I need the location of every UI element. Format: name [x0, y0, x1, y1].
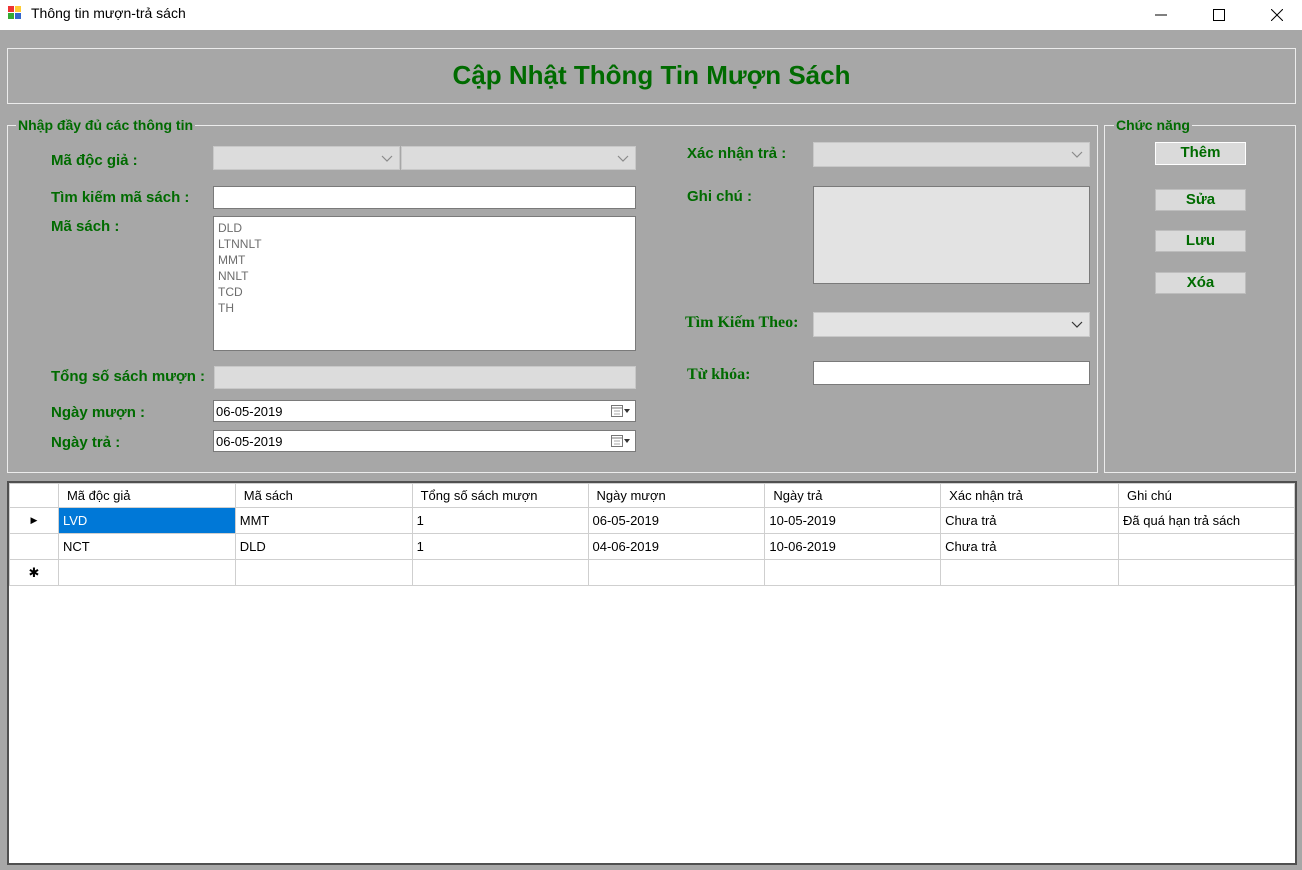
table-row[interactable]: ▶ LVD MMT 1 06-05-2019 10-05-2019 Chưa t…: [9, 507, 1295, 534]
maximize-icon: [1213, 9, 1225, 21]
row-header[interactable]: [9, 533, 59, 560]
table-cell[interactable]: 06-05-2019: [587, 507, 766, 534]
column-header[interactable]: Mã độc giả: [57, 483, 236, 508]
borrow-date-picker[interactable]: 06-05-2019: [213, 400, 636, 422]
table-cell[interactable]: LVD: [57, 507, 236, 534]
table-cell[interactable]: 10-05-2019: [764, 507, 942, 534]
list-item[interactable]: LTNNLT: [218, 236, 631, 252]
calendar-dropdown-icon[interactable]: [611, 434, 631, 448]
add-button[interactable]: Thêm: [1155, 142, 1246, 165]
confirm-return-label: Xác nhận trả :: [687, 145, 787, 162]
chevron-down-icon: [1071, 321, 1083, 328]
list-item[interactable]: TH: [218, 300, 631, 316]
calendar-dropdown-icon[interactable]: [611, 404, 631, 418]
borrow-date-label: Ngày mượn :: [51, 404, 146, 421]
new-row-icon[interactable]: ✱: [9, 559, 59, 586]
return-date-value: 06-05-2019: [216, 434, 283, 449]
new-row[interactable]: ✱: [9, 559, 1295, 586]
functions-group-title: Chức năng: [1114, 117, 1192, 133]
minimize-button[interactable]: [1132, 0, 1190, 30]
window-title: Thông tin mượn-trả sách: [31, 5, 186, 21]
return-date-picker[interactable]: 06-05-2019: [213, 430, 636, 452]
loan-table: Mã độc giả Mã sách Tổng số sách mượn Ngà…: [9, 483, 1295, 586]
search-book-input[interactable]: [213, 186, 636, 209]
delete-button[interactable]: Xóa: [1155, 272, 1246, 294]
list-item[interactable]: NNLT: [218, 268, 631, 284]
table-cell[interactable]: Đã quá hạn trả sách: [1118, 507, 1295, 534]
table-cell[interactable]: MMT: [234, 507, 413, 534]
note-label: Ghi chú :: [687, 188, 752, 205]
close-icon: [1271, 9, 1283, 21]
chevron-down-icon: [617, 155, 629, 162]
chevron-down-icon: [381, 155, 393, 162]
table-cell[interactable]: Chưa trả: [940, 533, 1120, 560]
header-panel: Cập Nhật Thông Tin Mượn Sách: [7, 48, 1296, 104]
table-cell[interactable]: DLD: [234, 533, 413, 560]
reader-combo[interactable]: [213, 146, 400, 170]
table-cell[interactable]: 1: [411, 533, 589, 560]
keyword-input[interactable]: [813, 361, 1090, 385]
note-textarea[interactable]: [813, 186, 1090, 284]
total-books-field[interactable]: [214, 366, 636, 389]
table-cell[interactable]: [411, 559, 589, 586]
table-cell[interactable]: [1118, 533, 1295, 560]
current-row-indicator-icon[interactable]: ▶: [9, 507, 59, 534]
table-header-row: Mã độc giả Mã sách Tổng số sách mượn Ngà…: [9, 483, 1295, 508]
chevron-down-icon: [1071, 151, 1083, 158]
app-icon: [8, 6, 22, 19]
input-group-title: Nhập đầy đủ các thông tin: [16, 117, 196, 133]
loan-data-grid[interactable]: Mã độc giả Mã sách Tổng số sách mượn Ngà…: [7, 481, 1297, 865]
table-cell[interactable]: Chưa trả: [940, 507, 1120, 534]
column-header[interactable]: Tổng số sách mượn: [411, 483, 589, 508]
list-item[interactable]: MMT: [218, 252, 631, 268]
book-label: Mã sách :: [51, 218, 120, 235]
table-cell[interactable]: [940, 559, 1120, 586]
table-cell[interactable]: [764, 559, 942, 586]
column-header[interactable]: Ghi chú: [1118, 483, 1295, 508]
minimize-icon: [1155, 14, 1167, 16]
book-listbox[interactable]: DLD LTNNLT MMT NNLT TCD TH: [213, 216, 636, 351]
reader-name-combo[interactable]: [401, 146, 636, 170]
reader-label: Mã độc giả :: [51, 152, 138, 169]
column-header[interactable]: Mã sách: [234, 483, 413, 508]
list-item[interactable]: DLD: [218, 220, 631, 236]
borrow-date-value: 06-05-2019: [216, 404, 283, 419]
page-title: Cập Nhật Thông Tin Mượn Sách: [452, 60, 851, 90]
list-item[interactable]: TCD: [218, 284, 631, 300]
table-cell[interactable]: NCT: [57, 533, 236, 560]
table-cell[interactable]: 10-06-2019: [764, 533, 942, 560]
edit-button[interactable]: Sửa: [1155, 189, 1246, 211]
table-cell[interactable]: 1: [411, 507, 589, 534]
table-row[interactable]: NCT DLD 1 04-06-2019 10-06-2019 Chưa trả: [9, 533, 1295, 560]
close-button[interactable]: [1248, 0, 1302, 30]
search-by-combo[interactable]: [813, 312, 1090, 337]
window-titlebar: Thông tin mượn-trả sách: [0, 0, 1302, 30]
table-cell[interactable]: [587, 559, 766, 586]
table-cell[interactable]: 04-06-2019: [587, 533, 766, 560]
search-book-label: Tìm kiếm mã sách :: [51, 189, 190, 206]
search-by-label: Tìm Kiếm Theo:: [685, 314, 799, 331]
confirm-return-combo[interactable]: [813, 142, 1090, 167]
table-cell[interactable]: [57, 559, 236, 586]
table-cell[interactable]: [1118, 559, 1295, 586]
column-header[interactable]: Xác nhận trả: [940, 483, 1120, 508]
return-date-label: Ngày trả :: [51, 434, 121, 451]
keyword-label: Từ khóa:: [687, 366, 751, 383]
table-cell[interactable]: [234, 559, 413, 586]
row-header-corner: [9, 483, 59, 508]
save-button[interactable]: Lưu: [1155, 230, 1246, 252]
column-header[interactable]: Ngày trả: [764, 483, 942, 508]
total-books-label: Tổng số sách mượn :: [51, 368, 206, 385]
column-header[interactable]: Ngày mượn: [587, 483, 766, 508]
functions-group-box: [1104, 125, 1296, 473]
maximize-button[interactable]: [1190, 0, 1248, 30]
